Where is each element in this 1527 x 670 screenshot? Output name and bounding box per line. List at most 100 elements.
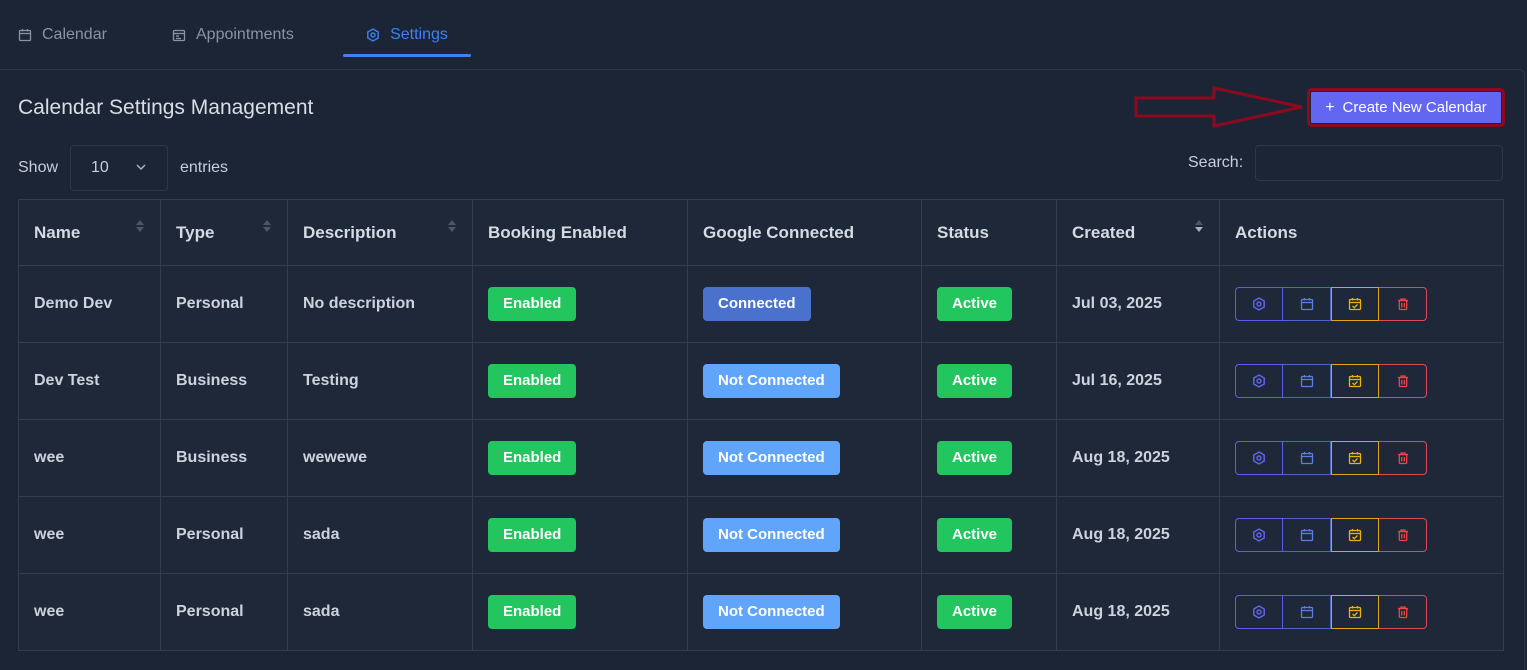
cell-status: Active <box>921 496 1057 574</box>
create-calendar-label: Create New Calendar <box>1342 99 1487 116</box>
delete-button[interactable] <box>1379 287 1427 321</box>
search-input[interactable] <box>1255 145 1503 181</box>
cell-name: Dev Test <box>18 342 161 420</box>
trash-icon <box>1397 606 1408 619</box>
column-header-google: Google Connected <box>687 199 922 266</box>
delete-button[interactable] <box>1379 595 1427 629</box>
cell-google: Not Connected <box>687 419 922 497</box>
tab-calendar[interactable]: Calendar <box>18 14 107 56</box>
status-badge: Active <box>937 364 1013 398</box>
cell-google: Connected <box>687 265 922 343</box>
column-header-description[interactable]: Description <box>287 199 473 266</box>
cell-name: wee <box>18 419 161 497</box>
actions-group <box>1235 287 1488 321</box>
cell-booking: Enabled <box>472 265 688 343</box>
cell-created: Aug 18, 2025 <box>1056 573 1220 651</box>
cell-description: sada <box>287 573 473 651</box>
settings-icon <box>1253 374 1265 388</box>
google-badge: Not Connected <box>703 364 840 398</box>
column-header-booking: Booking Enabled <box>472 199 688 266</box>
booking-badge: Enabled <box>488 441 577 475</box>
calendar-icon <box>1300 606 1313 619</box>
settings-button[interactable] <box>1235 287 1283 321</box>
cell-name: wee <box>18 573 161 651</box>
cell-type: Personal <box>160 496 288 574</box>
cell-created: Jul 03, 2025 <box>1056 265 1220 343</box>
table-row: wee Personal sada Enabled Not Connected … <box>18 573 1504 651</box>
actions-group <box>1235 595 1488 629</box>
tab-appointments[interactable]: Appointments <box>172 14 294 56</box>
booking-badge: Enabled <box>488 364 577 398</box>
settings-button[interactable] <box>1235 518 1283 552</box>
chevron-down-icon <box>136 164 146 171</box>
delete-button[interactable] <box>1379 441 1427 475</box>
delete-button[interactable] <box>1379 364 1427 398</box>
table-header-row: Name Type Description Booking Enabled Go… <box>18 199 1504 266</box>
column-header-label: Type <box>176 222 215 242</box>
cell-booking: Enabled <box>472 496 688 574</box>
calendars-table: Name Type Description Booking Enabled Go… <box>18 199 1504 651</box>
column-header-label: Created <box>1072 222 1136 242</box>
availability-button[interactable] <box>1331 595 1379 629</box>
column-header-created[interactable]: Created <box>1056 199 1220 266</box>
actions-group <box>1235 364 1488 398</box>
status-badge: Active <box>937 287 1013 321</box>
actions-group <box>1235 441 1488 475</box>
calendar-check-icon <box>1348 375 1362 388</box>
column-header-actions: Actions <box>1219 199 1504 266</box>
entries-value: 10 <box>91 159 109 176</box>
actions-group <box>1235 518 1488 552</box>
booking-badge: Enabled <box>488 518 577 552</box>
settings-button[interactable] <box>1235 595 1283 629</box>
table-row: wee Personal sada Enabled Not Connected … <box>18 496 1504 574</box>
availability-button[interactable] <box>1331 441 1379 475</box>
cell-name: Demo Dev <box>18 265 161 343</box>
view-calendar-button[interactable] <box>1283 441 1331 475</box>
cell-booking: Enabled <box>472 573 688 651</box>
trash-icon <box>1397 529 1408 542</box>
availability-button[interactable] <box>1331 287 1379 321</box>
entries-label: entries <box>180 159 229 176</box>
entries-select[interactable]: 10 <box>70 145 168 191</box>
cell-actions <box>1219 342 1504 420</box>
settings-button[interactable] <box>1235 441 1283 475</box>
view-calendar-button[interactable] <box>1283 287 1331 321</box>
tab-bar: Calendar Appointments Settings <box>0 0 1527 70</box>
cell-booking: Enabled <box>472 342 688 420</box>
delete-button[interactable] <box>1379 518 1427 552</box>
calendar-check-icon <box>1348 606 1362 619</box>
annotation-arrow-icon <box>1134 86 1303 128</box>
availability-button[interactable] <box>1331 364 1379 398</box>
column-header-type[interactable]: Type <box>160 199 288 266</box>
google-badge: Not Connected <box>703 441 840 475</box>
view-calendar-button[interactable] <box>1283 518 1331 552</box>
calendar-icon <box>1300 529 1313 542</box>
page-title: Calendar Settings Management <box>18 96 314 119</box>
tab-settings[interactable]: Settings <box>343 14 471 57</box>
view-calendar-button[interactable] <box>1283 364 1331 398</box>
table-row: wee Business wewewe Enabled Not Connecte… <box>18 419 1504 497</box>
create-calendar-button[interactable]: + Create New Calendar <box>1307 88 1505 127</box>
calendar-icon <box>1300 375 1313 388</box>
column-header-label: Description <box>303 222 397 242</box>
search-label: Search: <box>1188 154 1244 171</box>
cell-actions <box>1219 496 1504 574</box>
availability-button[interactable] <box>1331 518 1379 552</box>
settings-button[interactable] <box>1235 364 1283 398</box>
cell-created: Jul 16, 2025 <box>1056 342 1220 420</box>
sort-icon <box>263 220 271 232</box>
calendar-check-icon <box>1348 529 1362 542</box>
cell-status: Active <box>921 342 1057 420</box>
view-calendar-button[interactable] <box>1283 595 1331 629</box>
column-header-name[interactable]: Name <box>18 199 161 266</box>
plus-icon: + <box>1325 98 1335 116</box>
cell-status: Active <box>921 265 1057 343</box>
cell-description: sada <box>287 496 473 574</box>
calendar-check-icon <box>1348 452 1362 465</box>
booking-badge: Enabled <box>488 595 577 629</box>
cell-name: wee <box>18 496 161 574</box>
booking-badge: Enabled <box>488 287 577 321</box>
settings-icon <box>1253 451 1265 465</box>
cell-status: Active <box>921 419 1057 497</box>
cell-actions <box>1219 419 1504 497</box>
